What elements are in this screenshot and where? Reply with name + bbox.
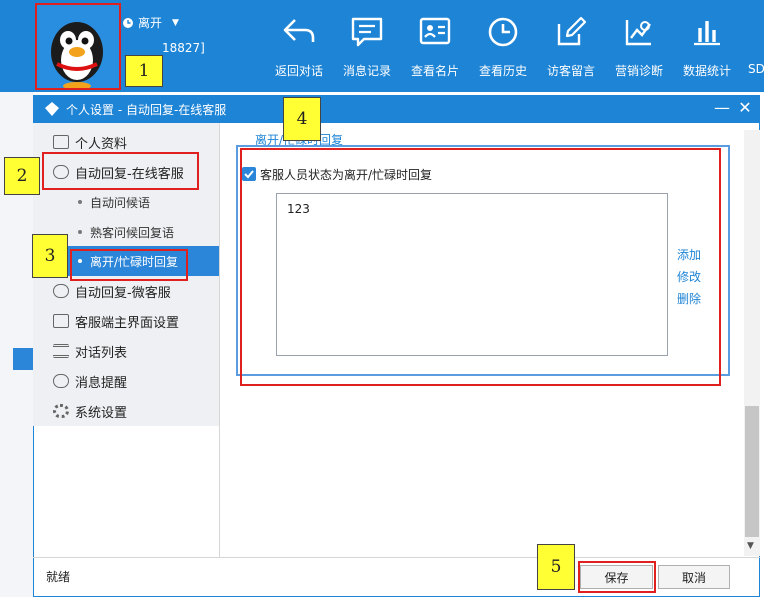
chart-line-icon [625, 20, 651, 46]
toolbar-label: SD [748, 62, 764, 76]
chat-bubble-icon [53, 284, 69, 298]
chevron-down-icon: ▼ [172, 17, 179, 28]
close-button[interactable]: ✕ [736, 98, 754, 117]
sidebar-item-label: 对话列表 [75, 345, 128, 361]
sidebar-item-label: 自动回复-微客服 [75, 285, 171, 301]
toolbar-sd-button[interactable]: SD [748, 0, 764, 92]
sidebar-item-conversation-list[interactable]: 对话列表 [33, 336, 219, 366]
annotation-box-4 [240, 148, 721, 386]
background-selected-row [13, 348, 33, 370]
back-arrow-icon [283, 19, 315, 42]
scrollbar-thumb[interactable] [745, 406, 759, 537]
annotation-number: 2 [4, 157, 40, 195]
status-label: 离开 [138, 16, 163, 30]
clock-icon [488, 17, 518, 47]
message-icon [351, 17, 383, 47]
annotation-box-5 [578, 561, 656, 593]
annotation-box-2 [42, 152, 199, 190]
toolbar-label: 消息记录 [342, 64, 391, 78]
toolbar-label: 数据统计 [682, 64, 731, 78]
sidebar-item-label: 客服端主界面设置 [75, 315, 180, 331]
minimize-button[interactable]: — [713, 98, 731, 117]
toolbar-label: 查看名片 [410, 64, 459, 78]
sidebar-item-auto-greeting[interactable]: 自动问候语 [33, 187, 219, 217]
footer-divider [33, 557, 760, 558]
annotation-box-3 [70, 249, 188, 281]
toolbar-statistics-button[interactable]: 数据统计 [680, 0, 734, 92]
alarm-clock-icon [53, 374, 69, 388]
sidebar-item-label: 自动问候语 [90, 195, 151, 210]
card-icon [419, 17, 451, 45]
sidebar-item-label: 个人资料 [75, 136, 128, 152]
sidebar-item-system-settings[interactable]: 系统设置 [33, 396, 219, 426]
sidebar-item-label: 系统设置 [75, 405, 128, 421]
toolbar-back-button[interactable]: 返回对话 [272, 0, 326, 92]
gear-icon [53, 404, 69, 418]
list-icon [53, 344, 69, 358]
toolbar-label: 访客留言 [546, 64, 595, 78]
dialog-title: 个人设置 - 自动回复-在线客服 [66, 103, 227, 117]
toolbar-visitor-message-button[interactable]: 访客留言 [544, 0, 598, 92]
annotation-number: 4 [283, 97, 321, 141]
app-logo-icon [45, 102, 59, 116]
sidebar-item-label: 熟客问候回复语 [90, 225, 175, 240]
toolbar-label: 查看历史 [478, 64, 527, 78]
toolbar-label: 返回对话 [274, 64, 323, 78]
user-id: 18827] [162, 41, 205, 55]
online-status[interactable]: 离开 ▼ [122, 14, 179, 31]
toolbar-card-button[interactable]: 查看名片 [408, 0, 462, 92]
toolbar-history-button[interactable]: 查看历史 [476, 0, 530, 92]
scroll-down-icon[interactable]: ▼ [747, 541, 754, 551]
bullet-icon [78, 230, 82, 234]
toolbar-messages-button[interactable]: 消息记录 [340, 0, 394, 92]
sidebar-divider [219, 123, 220, 557]
sidebar-item-label: 消息提醒 [75, 375, 128, 391]
annotation-number: 5 [537, 544, 575, 590]
window-icon [53, 314, 69, 328]
toolbar-marketing-button[interactable]: 营销诊断 [612, 0, 666, 92]
clock-status-icon [123, 17, 133, 28]
annotation-number: 3 [32, 234, 68, 278]
sidebar-item-main-ui-settings[interactable]: 客服端主界面设置 [33, 306, 219, 336]
bar-chart-icon [694, 21, 720, 46]
status-text: 就绪 [46, 570, 71, 584]
edit-icon [557, 16, 587, 46]
profile-card-icon [53, 135, 69, 149]
sidebar-item-notifications[interactable]: 消息提醒 [33, 366, 219, 396]
bullet-icon [78, 200, 82, 204]
annotation-number: 1 [125, 55, 163, 87]
cancel-button[interactable]: 取消 [658, 565, 730, 589]
toolbar-label: 营销诊断 [614, 64, 663, 78]
annotation-box-1 [35, 3, 121, 90]
